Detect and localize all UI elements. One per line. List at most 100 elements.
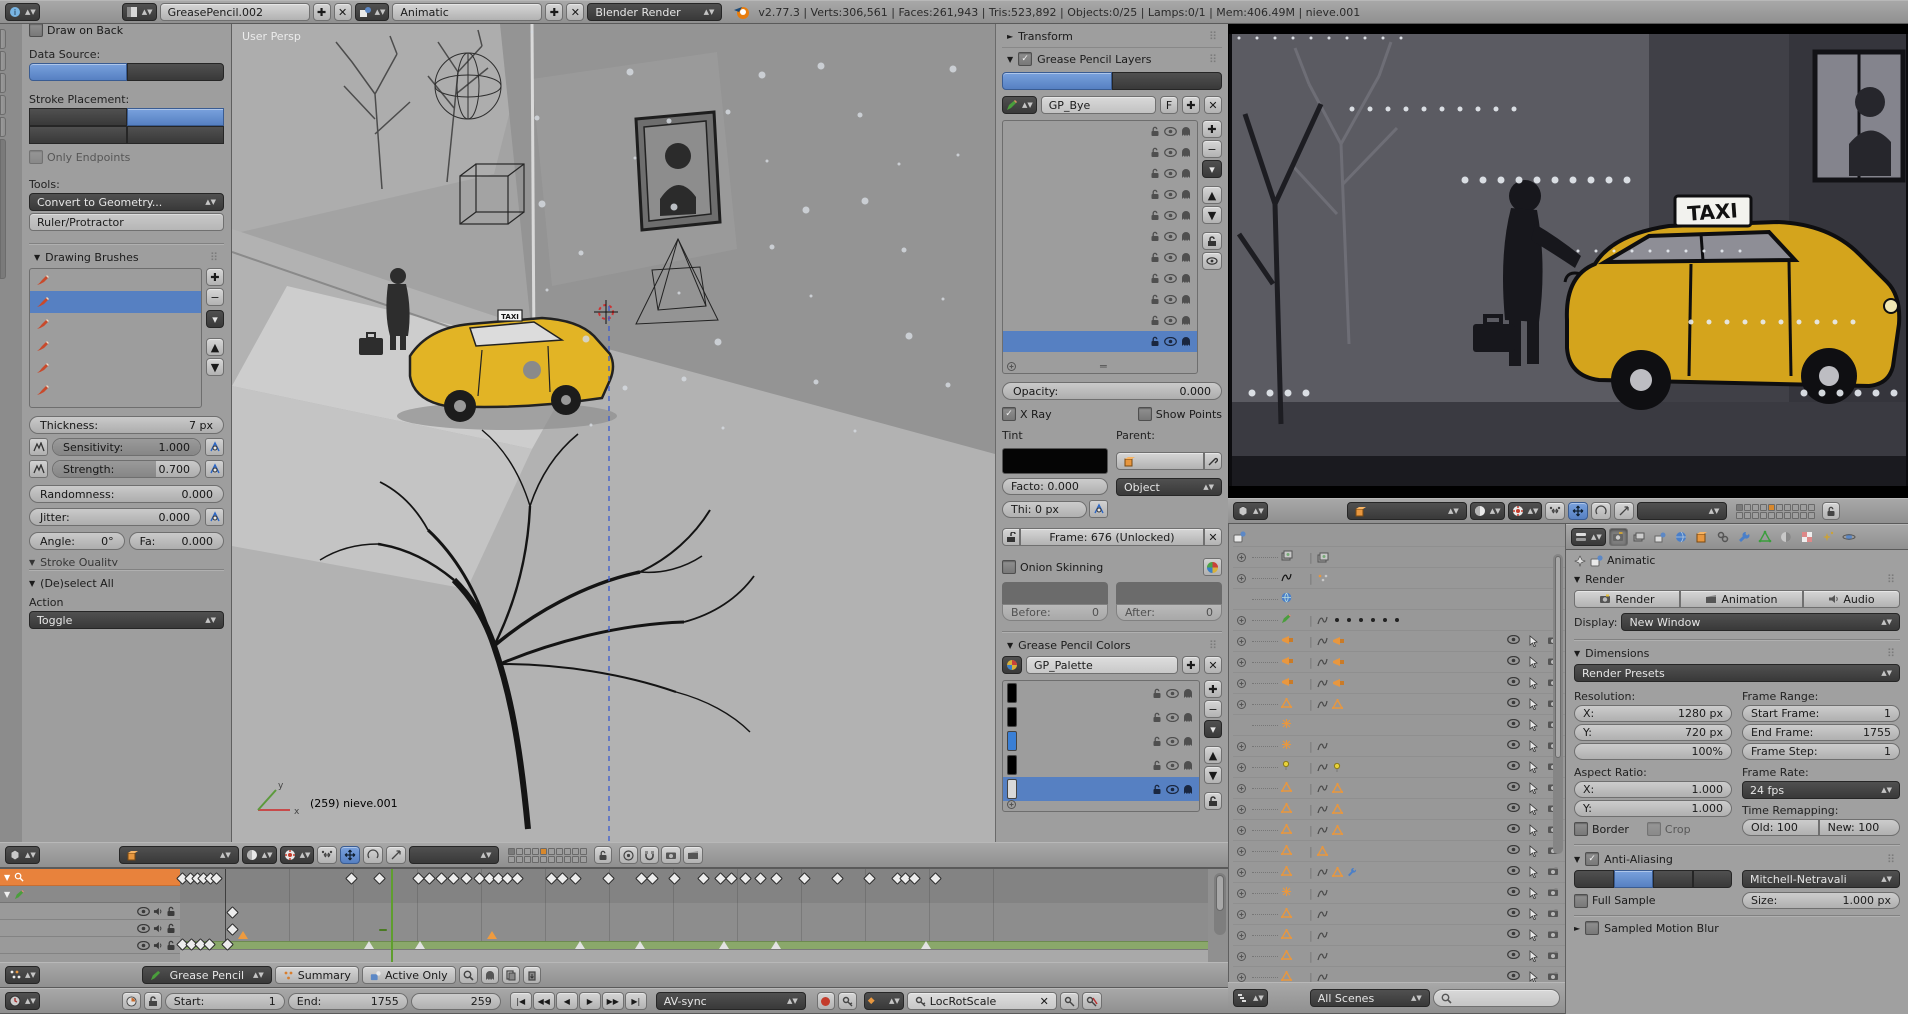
- gp-opacity-slider[interactable]: Opacity: 0.000: [1002, 382, 1222, 400]
- editor-type-timeline-button[interactable]: ▲▼: [5, 992, 40, 1010]
- keying-set-select[interactable]: ◆ ▲▼: [863, 992, 904, 1010]
- record-button[interactable]: [816, 992, 835, 1010]
- gp-layer-row[interactable]: [1003, 184, 1197, 205]
- gp-layer-row[interactable]: [1003, 268, 1197, 289]
- dope-channel-gp[interactable]: ▼: [0, 886, 180, 903]
- layer-onion-icon[interactable]: [1181, 147, 1191, 158]
- properties-tab-modifiers[interactable]: [1735, 528, 1754, 546]
- add-screen-button[interactable]: ✚: [312, 3, 331, 21]
- snap-button[interactable]: [640, 846, 660, 864]
- layer-onion-icon[interactable]: [1181, 210, 1191, 221]
- gp-layer-row[interactable]: [1003, 289, 1197, 310]
- layer-grid[interactable]: [508, 847, 588, 863]
- shelf-tab-create[interactable]: [0, 51, 6, 71]
- sensitivity-slider[interactable]: Sensitivity: 1.000: [52, 438, 201, 456]
- visibility-toggle[interactable]: [1507, 971, 1520, 982]
- renderability-toggle[interactable]: [1547, 950, 1559, 962]
- renderability-toggle[interactable]: [1547, 929, 1559, 941]
- visibility-toggle[interactable]: [1507, 761, 1520, 773]
- summary-toggle[interactable]: Summary: [274, 966, 359, 984]
- delete-scene-button[interactable]: ✕: [566, 3, 585, 21]
- delete-keyframe-button[interactable]: [1081, 992, 1102, 1010]
- properties-tab-world[interactable]: [1672, 528, 1691, 546]
- gp-layer-row[interactable]: [1003, 247, 1197, 268]
- color-down-button[interactable]: ▼: [1204, 766, 1222, 784]
- outliner-item[interactable]: |: [1233, 882, 1565, 903]
- outliner-item[interactable]: |: [1233, 672, 1565, 693]
- visibility-toggle[interactable]: [1507, 929, 1520, 941]
- layer-visibility-icon[interactable]: [1164, 127, 1177, 136]
- aa-panel-expand-icon[interactable]: ▼: [1574, 855, 1580, 864]
- layer-onion-icon[interactable]: [1181, 252, 1191, 263]
- play-reverse-button[interactable]: ◀: [555, 992, 578, 1010]
- gp-isolate-layer-button[interactable]: [1202, 252, 1222, 270]
- frame-clear-button[interactable]: ✕: [1204, 528, 1222, 546]
- outliner-item[interactable]: |: [1233, 819, 1565, 840]
- placement-cursor[interactable]: [126, 108, 224, 126]
- renderability-toggle[interactable]: [1547, 887, 1559, 899]
- dope-ruler[interactable]: [180, 949, 1208, 962]
- remap-new-field[interactable]: New: 100: [1818, 819, 1900, 836]
- manipulator-translate-button[interactable]: [340, 846, 361, 864]
- selectability-toggle[interactable]: [1529, 782, 1538, 794]
- dope-sheet-key-area[interactable]: [176, 869, 1208, 962]
- outliner-filter-select[interactable]: All Scenes ▲▼: [1309, 989, 1430, 1007]
- right-mode-select[interactable]: ▲▼: [1346, 502, 1467, 520]
- outliner-item[interactable]: |: [1233, 924, 1565, 945]
- jump-to-start-button[interactable]: |◀: [509, 992, 532, 1010]
- strength-slider[interactable]: Strength: 0.700: [52, 460, 201, 478]
- insert-keyframe-button[interactable]: [1059, 992, 1079, 1010]
- timeline-marker[interactable]: [363, 941, 374, 949]
- layer-lock-icon[interactable]: [1150, 189, 1160, 200]
- manipulator-scale-button[interactable]: [386, 846, 407, 864]
- expand-icon[interactable]: [1237, 636, 1249, 646]
- dopesheet-mode-select[interactable]: Grease Pencil ▲▼: [141, 966, 272, 984]
- properties-tab-particles[interactable]: [1819, 528, 1838, 546]
- drawing-brushes-expand-icon[interactable]: ▼: [34, 253, 40, 262]
- render-panel-expand-icon[interactable]: ▼: [1574, 575, 1580, 584]
- render-button[interactable]: Render: [1574, 590, 1680, 608]
- scene-name-field[interactable]: Animatic: [392, 3, 543, 21]
- color-remove-button[interactable]: −: [1204, 700, 1222, 718]
- parent-object-field[interactable]: [1116, 452, 1204, 470]
- selectability-toggle[interactable]: [1529, 971, 1538, 982]
- channel-lock-icon[interactable]: [166, 940, 176, 951]
- expand-icon[interactable]: [1237, 888, 1249, 898]
- timeline-marker[interactable]: [415, 941, 425, 949]
- selectability-toggle[interactable]: [1529, 698, 1538, 710]
- end-frame-field[interactable]: End Frame: 1755: [1742, 724, 1900, 741]
- sensitivity-animate-icon[interactable]: [205, 438, 224, 456]
- shelf-tab-animation[interactable]: [0, 95, 6, 115]
- color-lock-icon[interactable]: [1152, 736, 1162, 747]
- delete-screen-button[interactable]: ✕: [333, 3, 352, 21]
- shelf-tab-relations[interactable]: [0, 73, 6, 93]
- right-pivot-align-toggle[interactable]: [1545, 502, 1566, 520]
- thickness-slider[interactable]: Thickness: 7 px: [29, 416, 224, 434]
- outliner-search-input[interactable]: [1432, 989, 1560, 1007]
- outliner-item[interactable]: |: [1233, 567, 1565, 588]
- expand-icon[interactable]: [1237, 846, 1249, 856]
- layer-lock-icon[interactable]: [1150, 210, 1160, 221]
- color-swatch[interactable]: [1007, 707, 1017, 727]
- color-swatch[interactable]: [1007, 683, 1017, 703]
- renderability-toggle[interactable]: [1547, 866, 1559, 878]
- properties-tab-render[interactable]: [1608, 528, 1628, 546]
- thickness-animate-icon[interactable]: [1089, 500, 1108, 518]
- selectability-toggle[interactable]: [1529, 740, 1538, 752]
- timeline-end-field[interactable]: End: 1755: [287, 992, 408, 1010]
- visibility-toggle[interactable]: [1507, 845, 1520, 857]
- aa-filter-select[interactable]: Mitchell-Netravali ▲▼: [1742, 870, 1900, 888]
- remove-brush-button[interactable]: −: [206, 288, 224, 306]
- layer-onion-icon[interactable]: [1181, 189, 1191, 200]
- opengl-render-button[interactable]: [661, 846, 682, 864]
- angle-slider[interactable]: Angle: 0°: [29, 532, 125, 550]
- crop-checkbox[interactable]: ✓: [1646, 822, 1661, 836]
- playback-time-icon[interactable]: [121, 992, 141, 1010]
- current-frame-line[interactable]: [390, 869, 393, 962]
- right-orientation-select[interactable]: ▲▼: [1637, 502, 1728, 520]
- orientation-select[interactable]: ▲▼: [409, 846, 500, 864]
- color-up-button[interactable]: ▲: [1204, 746, 1222, 764]
- outliner-item[interactable]: |: [1233, 966, 1565, 982]
- parent-type-select[interactable]: Object ▲▼: [1116, 478, 1222, 496]
- gp-source-object[interactable]: [1112, 72, 1222, 90]
